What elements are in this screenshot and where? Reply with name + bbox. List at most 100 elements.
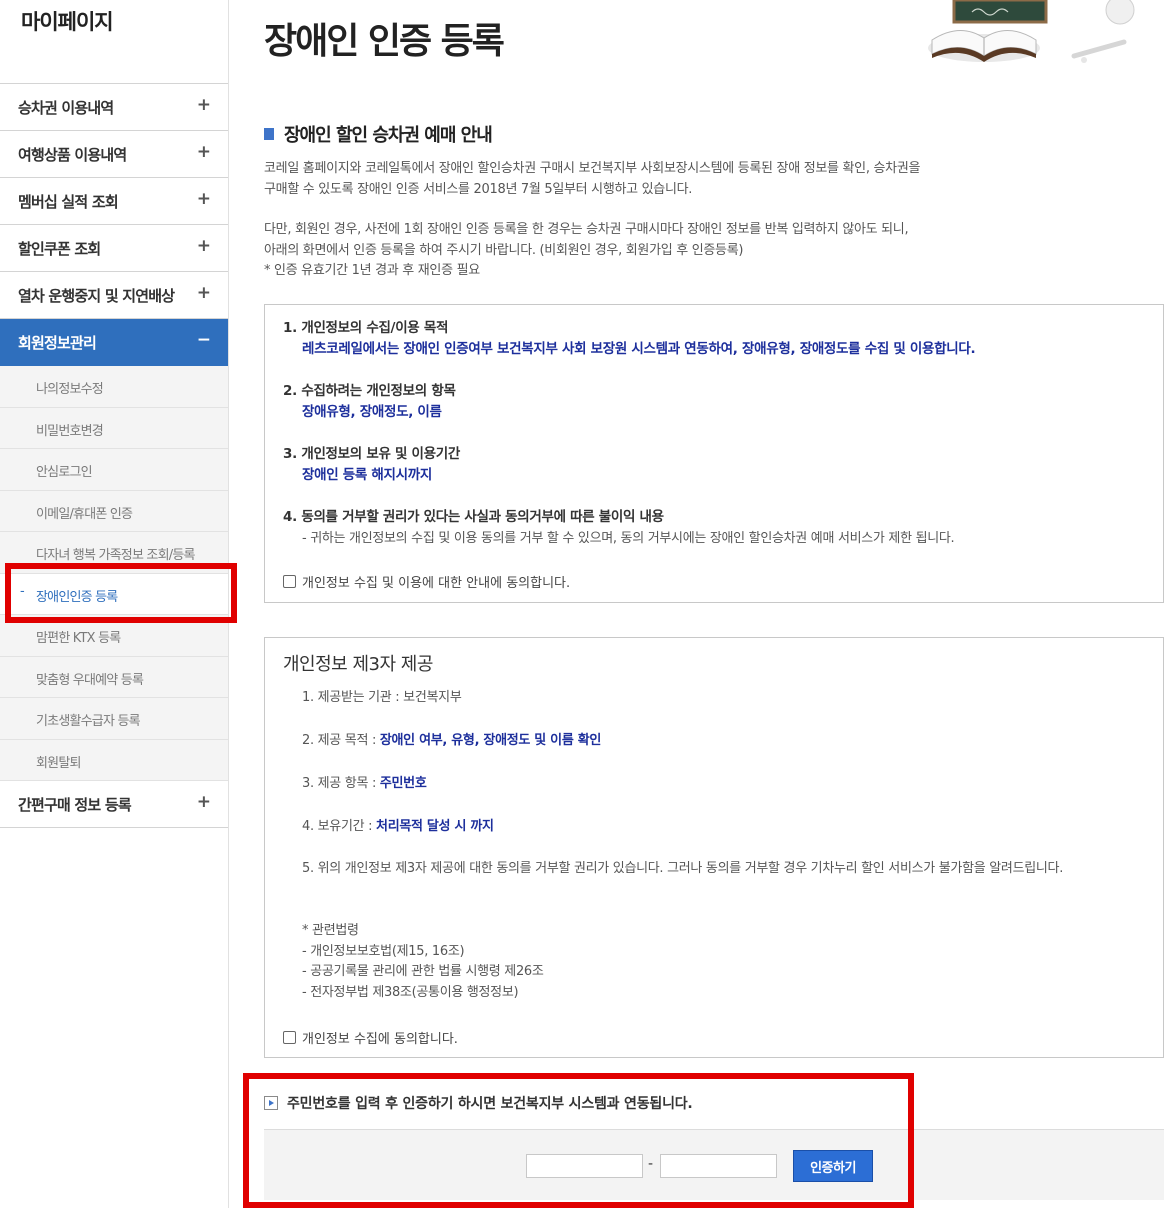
sidebar-subitem-label: 비밀번호변경 [36,423,104,439]
sidebar-subitem-mom-ktx[interactable]: 맘편한 KTX 등록 [0,615,228,657]
consent-item-fields: 2. 수집하려는 개인정보의 항목 장애유형, 장애정도, 이름 [283,381,456,423]
sidebar-subitem-disability-auth[interactable]: - 장애인인증 등록 [0,573,228,615]
consent-item-purpose: 1. 개인정보의 수집/이용 목적 레츠코레일에서는 장애인 인증여부 보건복지… [283,318,976,360]
third-party-item-value: 주민번호 [379,776,427,791]
plus-icon: + [196,236,211,256]
sidebar-item-label: 회원정보관리 [18,334,97,352]
intro-paragraph: 코레일 홈페이지와 코레일톡에서 장애인 할인승차권 구매시 보건복지부 사회보… [264,159,1104,200]
related-law-line: - 공공기록물 관리에 관한 법률 시행령 제26조 [302,964,544,979]
sidebar-item-delay-compensation[interactable]: 열차 운행중지 및 지연배상 + [0,272,228,319]
plus-icon: + [196,95,211,115]
privacy-consent-box: 1. 개인정보의 수집/이용 목적 레츠코레일에서는 장애인 인증여부 보건복지… [264,304,1164,603]
sidebar-subitem-label: 맞춤형 우대예약 등록 [36,672,144,688]
sidebar-item-ticket-history[interactable]: 승차권 이용내역 + [0,84,228,131]
sidebar-subitem-label: 안심로그인 [36,465,93,480]
third-party-item-label: 3. 제공 항목 : [302,776,380,791]
consent-item-retention: 3. 개인정보의 보유 및 이용기간 장애인 등록 해지시까지 [283,444,460,486]
sidebar-subitem-multi-child-family[interactable]: 다자녀 행복 가족정보 조회/등록 [0,532,228,574]
privacy-consent-checkbox-row[interactable]: 개인정보 수집 및 이용에 대한 안내에 동의합니다. [283,572,570,591]
consent-item-refusal: 4. 동의를 거부할 권리가 있다는 사실과 동의거부에 따른 불이익 내용 -… [283,507,955,549]
related-law-line: * 관련법령 [302,923,359,938]
third-party-item-value: 처리목적 달성 시 까지 [376,819,494,834]
intro-line: 아래의 화면에서 인증 등록을 하여 주시기 바랍니다. (비회원인 경우, 회… [264,242,744,258]
minus-icon: − [196,330,211,350]
sidebar-item-label: 열차 운행중지 및 지연배상 [18,287,175,305]
consent-item-heading: 2. 수집하려는 개인정보의 항목 [283,383,456,399]
section-title-text: 장애인 할인 승차권 예매 안내 [284,125,493,146]
rrn-front-input[interactable] [526,1154,643,1178]
third-party-item-fields: 3. 제공 항목 : 주민번호 [302,774,427,795]
sidebar-subitem-basic-livelihood[interactable]: 기초생활수급자 등록 [0,698,228,740]
sidebar-subitem-label: 기초생활수급자 등록 [36,714,141,729]
intro-line: * 인증 유효기간 1년 경과 후 재인증 필요 [264,263,480,278]
sidebar-subitem-label: 이메일/휴대폰 인증 [36,506,133,522]
book-chalkboard-illustration [928,0,1135,63]
arrow-right-icon [264,1096,278,1110]
sidebar: 마이페이지 승차권 이용내역 + 여행상품 이용내역 + 멤버십 실적 조회 +… [0,0,229,1208]
plus-icon: + [196,283,211,303]
consent-item-heading: 1. 개인정보의 수집/이용 목적 [283,320,449,336]
intro-line: 다만, 회원인 경우, 사전에 1회 장애인 인증 등록을 한 경우는 승차권 … [264,222,909,237]
sidebar-subitem-edit-info[interactable]: 나의정보수정 [0,366,228,408]
third-party-consent-checkbox-row[interactable]: 개인정보 수집에 동의합니다. [283,1028,458,1047]
privacy-consent-checkbox[interactable] [283,575,296,588]
third-party-consent-checkbox-label: 개인정보 수집에 동의합니다. [302,1032,458,1047]
page-title: 장애인 인증 등록 [264,21,505,62]
sidebar-title: 마이페이지 [21,10,114,34]
sidebar-subitem-label: 장애인인증 등록 [36,589,118,605]
consent-item-detail: 장애인 등록 해지시까지 [302,467,432,483]
third-party-item-refusal: 5. 위의 개인정보 제3자 제공에 대한 동의를 거부할 권리가 있습니다. … [302,861,1064,876]
sidebar-subitem-label: 맘편한 KTX 등록 [36,631,121,646]
sidebar-item-label: 멤버십 실적 조회 [18,193,119,211]
third-party-item-purpose: 2. 제공 목적 : 장애인 여부, 유형, 장애정도 및 이름 확인 [302,731,601,752]
sidebar-subitem-label: 다자녀 행복 가족정보 조회/등록 [36,548,195,563]
consent-item-heading: 3. 개인정보의 보유 및 이용기간 [283,446,460,462]
sidebar-subitem-custom-reservation[interactable]: 맞춤형 우대예약 등록 [0,657,228,698]
plus-icon: + [196,142,211,162]
third-party-item-value: 장애인 여부, 유형, 장애정도 및 이름 확인 [379,733,602,748]
auth-notice-text: 주민번호를 입력 후 인증하기 하시면 보건복지부 시스템과 연동됩니다. [287,1096,693,1112]
sidebar-subitem-label: 나의정보수정 [36,382,104,397]
third-party-item-retention: 4. 보유기간 : 처리목적 달성 시 까지 [302,817,494,838]
consent-item-note: - 귀하는 개인정보의 수집 및 이용 동의를 거부 할 수 있으며, 동의 거… [302,531,955,546]
third-party-consent-checkbox[interactable] [283,1031,296,1044]
related-law-line: - 전자정부법 제38조(공통이용 행정정보) [302,984,519,1000]
third-party-item-recipient: 1. 제공받는 기관 : 보건복지부 [302,690,462,705]
sidebar-menu: 승차권 이용내역 + 여행상품 이용내역 + 멤버십 실적 조회 + 할인쿠폰 … [0,83,228,828]
rrn-dash: - [648,1156,654,1172]
third-party-item-label: 2. 제공 목적 : [302,733,380,748]
bullet-square-icon [264,128,274,140]
auth-notice: 주민번호를 입력 후 인증하기 하시면 보건복지부 시스템과 연동됩니다. [264,1093,693,1113]
third-party-item-label: 4. 보유기간 : [302,819,377,834]
third-party-title: 개인정보 제3자 제공 [283,654,433,675]
intro-line: 코레일 홈페이지와 코레일톡에서 장애인 할인승차권 구매시 보건복지부 사회보… [264,161,921,176]
privacy-consent-checkbox-label: 개인정보 수집 및 이용에 대한 안내에 동의합니다. [302,576,571,591]
sidebar-subitem-safe-login[interactable]: 안심로그인 [0,449,228,491]
sidebar-item-coupon[interactable]: 할인쿠폰 조회 + [0,225,228,272]
consent-item-detail: 레츠코레일에서는 장애인 인증여부 보건복지부 사회 보장원 시스템과 연동하여… [302,341,976,357]
intro-paragraph: 다만, 회원인 경우, 사전에 1회 장애인 인증 등록을 한 경우는 승차권 … [264,220,1124,282]
related-law-line: - 개인정보보호법(제15, 16조) [302,943,465,959]
auth-form: - 인증하기 [264,1129,1164,1200]
intro-line: 구매할 수 있도록 장애인 인증 서비스를 2018년 7월 5일부터 시행하고… [264,181,693,197]
sidebar-item-quick-purchase[interactable]: 간편구매 정보 등록 + [0,781,228,828]
sidebar-item-label: 여행상품 이용내역 [18,146,127,164]
plus-icon: + [196,792,211,812]
sidebar-item-member-info[interactable]: 회원정보관리 − [0,319,228,366]
sidebar-item-membership[interactable]: 멤버십 실적 조회 + [0,178,228,225]
consent-item-heading: 4. 동의를 거부할 권리가 있다는 사실과 동의거부에 따른 불이익 내용 [283,509,664,525]
sidebar-subitem-withdraw[interactable]: 회원탈퇴 [0,740,228,781]
sidebar-item-travel-history[interactable]: 여행상품 이용내역 + [0,131,228,178]
sidebar-item-label: 간편구매 정보 등록 [18,796,132,814]
section-title: 장애인 할인 승차권 예매 안내 [264,121,493,147]
related-laws: * 관련법령 - 개인정보보호법(제15, 16조) - 공공기록물 관리에 관… [302,921,544,1003]
sidebar-subitem-change-password[interactable]: 비밀번호변경 [0,408,228,449]
sidebar-subitem-email-phone-auth[interactable]: 이메일/휴대폰 인증 [0,491,228,532]
plus-icon: + [196,189,211,209]
sidebar-subitem-label: 회원탈퇴 [36,755,81,771]
sidebar-item-label: 할인쿠폰 조회 [18,240,101,258]
rrn-back-input[interactable] [660,1154,777,1178]
sidebar-submenu: 나의정보수정 비밀번호변경 안심로그인 이메일/휴대폰 인증 다자녀 행복 가족… [0,366,228,781]
sidebar-item-label: 승차권 이용내역 [18,99,114,117]
verify-button[interactable]: 인증하기 [793,1150,873,1182]
